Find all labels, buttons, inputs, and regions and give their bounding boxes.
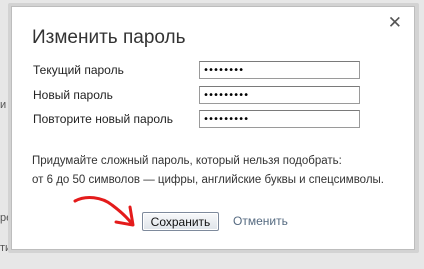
red-arrow-annotation [73,196,135,227]
new-password-label: Новый пароль [33,88,113,102]
background-text-fragment: и [0,99,7,111]
password-hint: Придумайте сложный пароль, который нельз… [32,152,384,190]
current-password-label: Текущий пароль [33,63,124,77]
password-hint-line: Придумайте сложный пароль, который нельз… [32,155,342,167]
cancel-link[interactable]: Отменить [233,214,288,228]
repeat-password-label: Повторите новый пароль [33,112,174,126]
save-button[interactable]: Сохранить [142,212,219,231]
repeat-password-input[interactable] [199,110,360,128]
dialog-title: Изменить пароль [32,27,186,48]
change-password-dialog: ✕ Изменить пароль Текущий пароль Новый п… [11,6,415,250]
password-hint-line: от 6 до 50 символов — цифры, английские … [32,174,384,186]
close-icon[interactable]: ✕ [388,13,402,33]
current-password-input[interactable] [199,61,360,79]
new-password-input[interactable] [199,86,360,104]
